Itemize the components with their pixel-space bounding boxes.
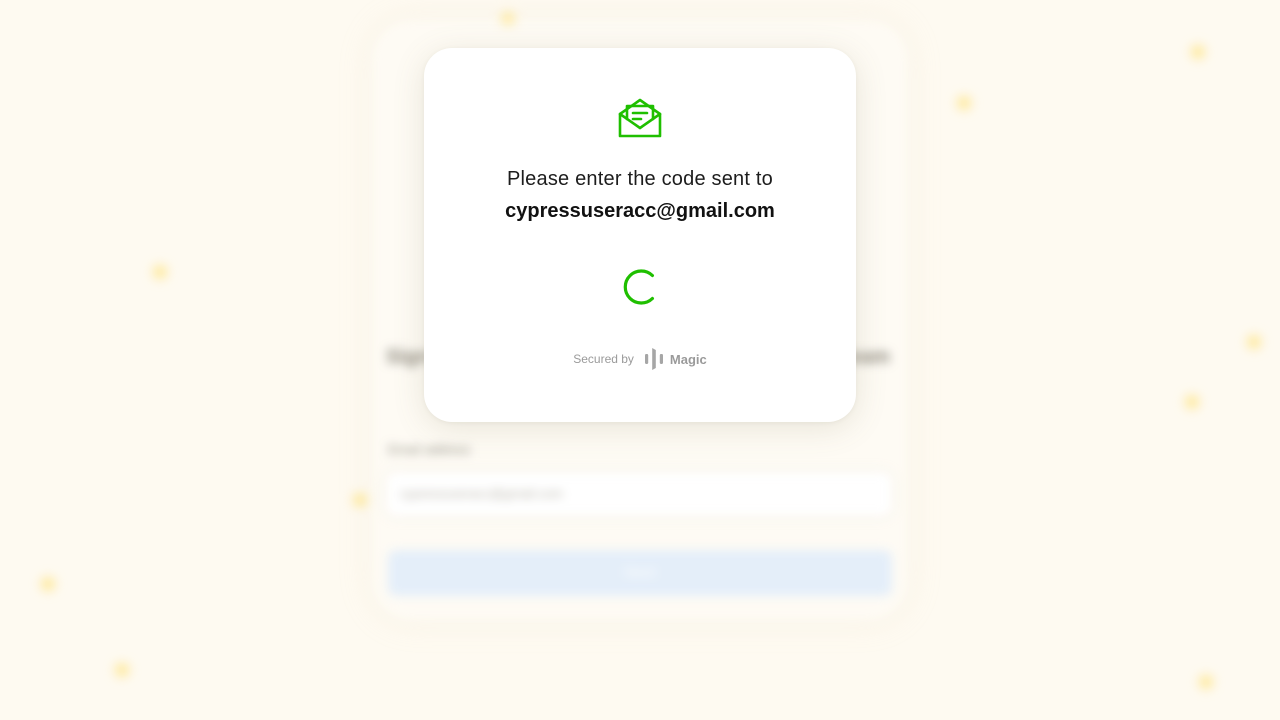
- mail-open-icon: [618, 98, 662, 138]
- verification-code-modal: Please enter the code sent to cypressuse…: [424, 48, 856, 422]
- sparkle-decoration: [1182, 392, 1202, 412]
- code-sent-prompt: Please enter the code sent to: [507, 168, 773, 190]
- magic-logo-icon: [644, 348, 663, 370]
- secured-by-footer: Secured by Magic: [424, 346, 856, 372]
- magic-brand-name: Magic: [669, 351, 707, 367]
- sparkle-decoration: [38, 574, 58, 594]
- sparkle-decoration: [954, 93, 974, 113]
- email-input[interactable]: cypressuseracc@gmail.com: [386, 472, 892, 516]
- email-field-label: Email address: [388, 442, 471, 457]
- sparkle-decoration: [1244, 332, 1264, 352]
- recipient-email: cypressuseracc@gmail.com: [505, 200, 775, 222]
- background-heading-tail: eam: [850, 346, 891, 368]
- sparkle-decoration: [1196, 672, 1216, 692]
- sparkle-decoration: [150, 262, 170, 282]
- sparkle-decoration: [112, 660, 132, 680]
- sparkle-decoration: [350, 490, 370, 510]
- login-page: Sign eam Email address cypressuseracc@gm…: [0, 0, 1280, 720]
- sparkle-decoration: [1188, 42, 1208, 62]
- next-button[interactable]: Next: [388, 550, 892, 596]
- loading-spinner-icon: [623, 269, 654, 305]
- secured-by-label: Secured by: [573, 352, 634, 366]
- background-heading: Sign: [386, 346, 430, 368]
